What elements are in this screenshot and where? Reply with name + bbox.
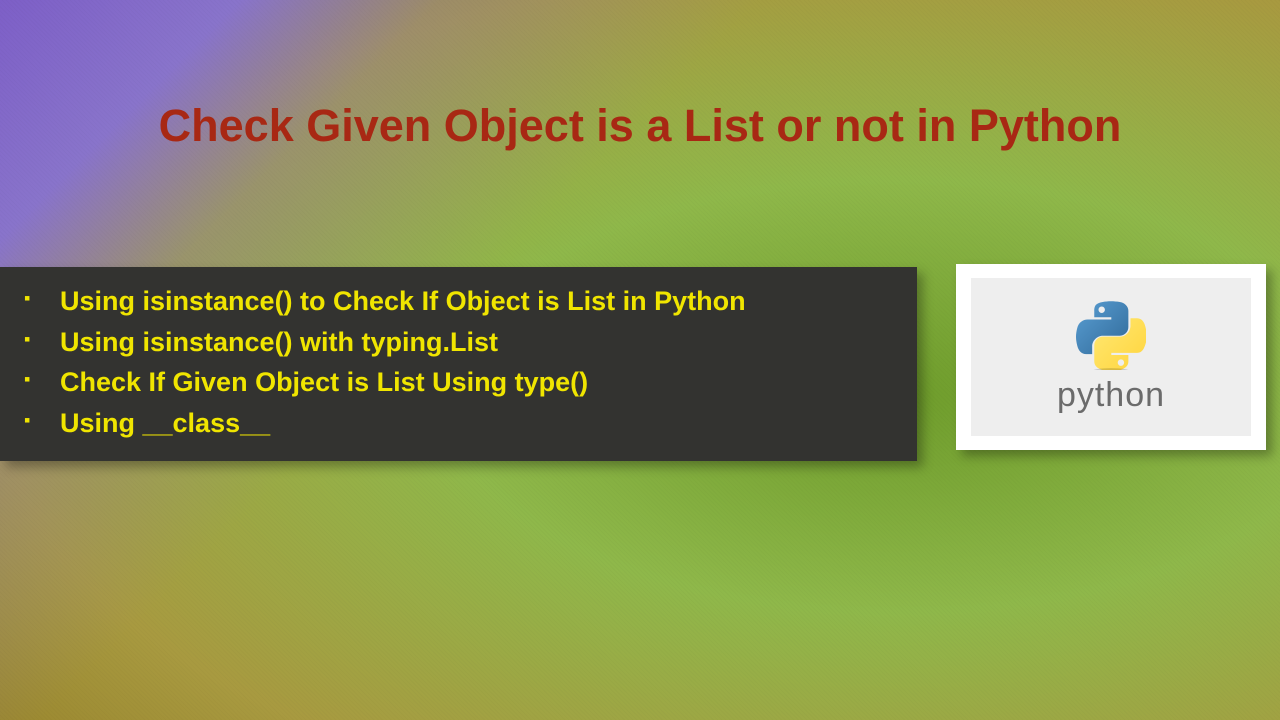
slide-title: Check Given Object is a List or not in P… (0, 100, 1280, 152)
list-item: Using isinstance() to Check If Object is… (20, 281, 897, 322)
python-logo-card: python (956, 264, 1266, 450)
python-logo-text: python (1057, 376, 1165, 415)
python-logo-icon (1076, 300, 1146, 370)
list-item: Using __class__ (20, 403, 897, 444)
list-item: Using isinstance() with typing.List (20, 322, 897, 363)
list-item: Check If Given Object is List Using type… (20, 362, 897, 403)
content-panel: Using isinstance() to Check If Object is… (0, 267, 917, 461)
python-logo-inner: python (971, 278, 1251, 436)
bullet-list: Using isinstance() to Check If Object is… (20, 281, 897, 443)
